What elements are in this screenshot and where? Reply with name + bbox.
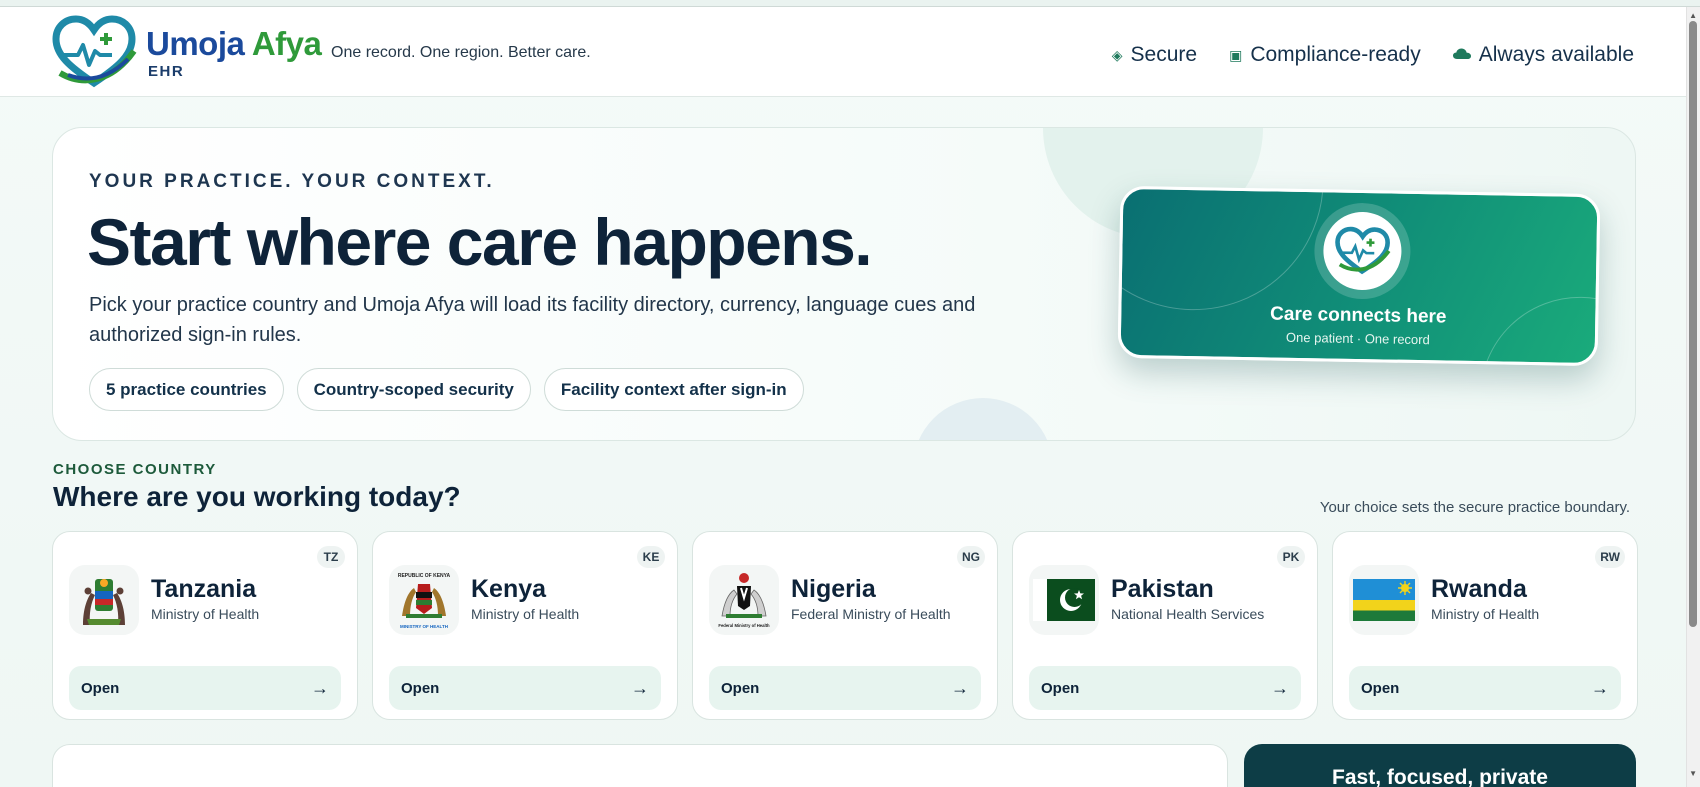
tagline: One record. One region. Better care. (331, 44, 591, 61)
decorative-ring (1117, 185, 1326, 313)
care-connects-card: Care connects here One patient · One rec… (1117, 185, 1601, 367)
ministry-name: Ministry of Health (1431, 606, 1540, 622)
ministry-name: Ministry of Health (151, 606, 260, 622)
nigeria-coat-of-arms-icon: Federal Ministry of Health (709, 565, 779, 635)
badge-compliance-label: Compliance-ready (1250, 43, 1421, 66)
country-code-badge: TZ (317, 546, 345, 568)
hero-panel: YOUR PRACTICE. YOUR CONTEXT. Start where… (52, 127, 1636, 441)
country-name: Tanzania (151, 575, 257, 603)
emblem-bottom-text: MINISTRY OF HEALTH (400, 624, 448, 629)
country-name: Pakistan (1111, 575, 1214, 603)
open-pakistan-button[interactable]: Open → (1029, 666, 1301, 710)
brand-name-umoja: Umoja (146, 25, 245, 62)
country-cards: TZ Tanzania Ministry of Health Open → KE… (52, 531, 1638, 720)
fast-focused-private-title: Fast, focused, private (1332, 766, 1548, 787)
brand-sub: EHR (148, 63, 185, 80)
umoja-afya-logo-icon[interactable] (50, 15, 138, 89)
country-card-pakistan[interactable]: PK Pakistan National Health Services Ope… (1012, 531, 1318, 720)
care-card-logo (1313, 202, 1412, 300)
countries-note: Your choice sets the secure practice bou… (1319, 499, 1630, 516)
open-rwanda-button[interactable]: Open → (1349, 666, 1621, 710)
diamond-icon: ◈ (1111, 47, 1123, 63)
country-name: Rwanda (1431, 575, 1527, 603)
ministry-name: Federal Ministry of Health (791, 606, 951, 622)
open-label: Open (401, 679, 440, 697)
arrow-right-icon: → (1271, 677, 1289, 698)
ministry-name: National Health Services (1111, 606, 1265, 622)
badge-secure: ◈ Secure (1112, 43, 1197, 67)
square-icon: ▣ (1229, 47, 1243, 63)
header-badges: ◈ Secure ▣ Compliance-ready Always avail… (1112, 43, 1634, 67)
scroll-up-icon[interactable]: ▲ (1689, 11, 1697, 20)
emblem-top-text: REPUBLIC OF KENYA (398, 573, 451, 579)
fast-focused-private-panel: Fast, focused, private (1244, 744, 1636, 787)
decorative-circle (913, 398, 1053, 440)
hero-pills: 5 practice countries Country-scoped secu… (89, 368, 804, 411)
open-label: Open (721, 679, 760, 697)
top-header: Umoja Afya EHR One record. One region. B… (0, 7, 1686, 97)
app-window: Umoja Afya EHR One record. One region. B… (0, 6, 1700, 787)
pill-facility-context: Facility context after sign-in (543, 368, 804, 411)
badge-secure-label: Secure (1130, 43, 1198, 66)
arrow-right-icon: → (951, 677, 969, 698)
ministry-name: Ministry of Health (471, 606, 580, 622)
vertical-scrollbar[interactable]: ▲ ▼ (1686, 7, 1700, 787)
open-label: Open (81, 679, 120, 697)
pakistan-flag-icon (1029, 565, 1099, 635)
hero-title: Start where care happens. (87, 205, 873, 279)
country-code-badge: RW (1595, 546, 1625, 568)
country-card-tanzania[interactable]: TZ Tanzania Ministry of Health Open → (52, 531, 358, 720)
open-nigeria-button[interactable]: Open → (709, 666, 981, 710)
pill-security: Country-scoped security (296, 368, 531, 411)
open-kenya-button[interactable]: Open → (389, 666, 661, 710)
country-card-nigeria[interactable]: NG Federal Ministry of Health Nigeria Fe… (692, 531, 998, 720)
open-label: Open (1361, 679, 1400, 697)
badge-compliance: ▣ Compliance-ready (1229, 43, 1421, 67)
emblem-bottom-text: Federal Ministry of Health (718, 623, 770, 628)
scrollbar-thumb[interactable] (1689, 21, 1697, 627)
bottom-panel (52, 744, 1228, 787)
arrow-right-icon: → (311, 677, 329, 698)
country-code-badge: PK (1277, 546, 1305, 568)
cloud-icon (1452, 48, 1471, 62)
countries-title: Where are you working today? (53, 481, 461, 512)
brand[interactable]: Umoja Afya EHR (146, 25, 322, 81)
arrow-right-icon: → (1591, 677, 1609, 698)
kenya-coat-of-arms-icon: REPUBLIC OF KENYA MINISTRY OF HEALTH (389, 565, 459, 635)
hero-eyebrow: YOUR PRACTICE. YOUR CONTEXT. (89, 171, 495, 192)
tanzania-coat-of-arms-icon (69, 565, 139, 635)
country-name: Kenya (471, 575, 547, 603)
open-label: Open (1041, 679, 1080, 697)
scroll-down-icon[interactable]: ▼ (1689, 769, 1697, 778)
umoja-afya-logo-icon (1322, 211, 1403, 291)
hero-description: Pick your practice country and Umoja Afy… (89, 294, 976, 346)
country-name: Nigeria (791, 575, 876, 603)
country-code-badge: KE (637, 546, 665, 568)
arrow-right-icon: → (631, 677, 649, 698)
badge-availability: Always available (1452, 43, 1634, 67)
countries-eyebrow: CHOOSE COUNTRY (53, 461, 217, 478)
pill-countries: 5 practice countries (89, 368, 284, 411)
brand-name: Umoja Afya (146, 25, 322, 62)
care-card-title: Care connects here (1269, 303, 1447, 328)
open-tanzania-button[interactable]: Open → (69, 666, 341, 710)
country-card-kenya[interactable]: KE REPUBLIC OF KENYA MINISTRY OF HEALTH … (372, 531, 678, 720)
badge-availability-label: Always available (1478, 43, 1634, 66)
rwanda-flag-icon (1349, 565, 1419, 635)
brand-name-afya: Afya (251, 25, 322, 62)
country-card-rwanda[interactable]: RW Rwanda Ministry of Health Open → (1332, 531, 1638, 720)
country-code-badge: NG (957, 546, 985, 568)
